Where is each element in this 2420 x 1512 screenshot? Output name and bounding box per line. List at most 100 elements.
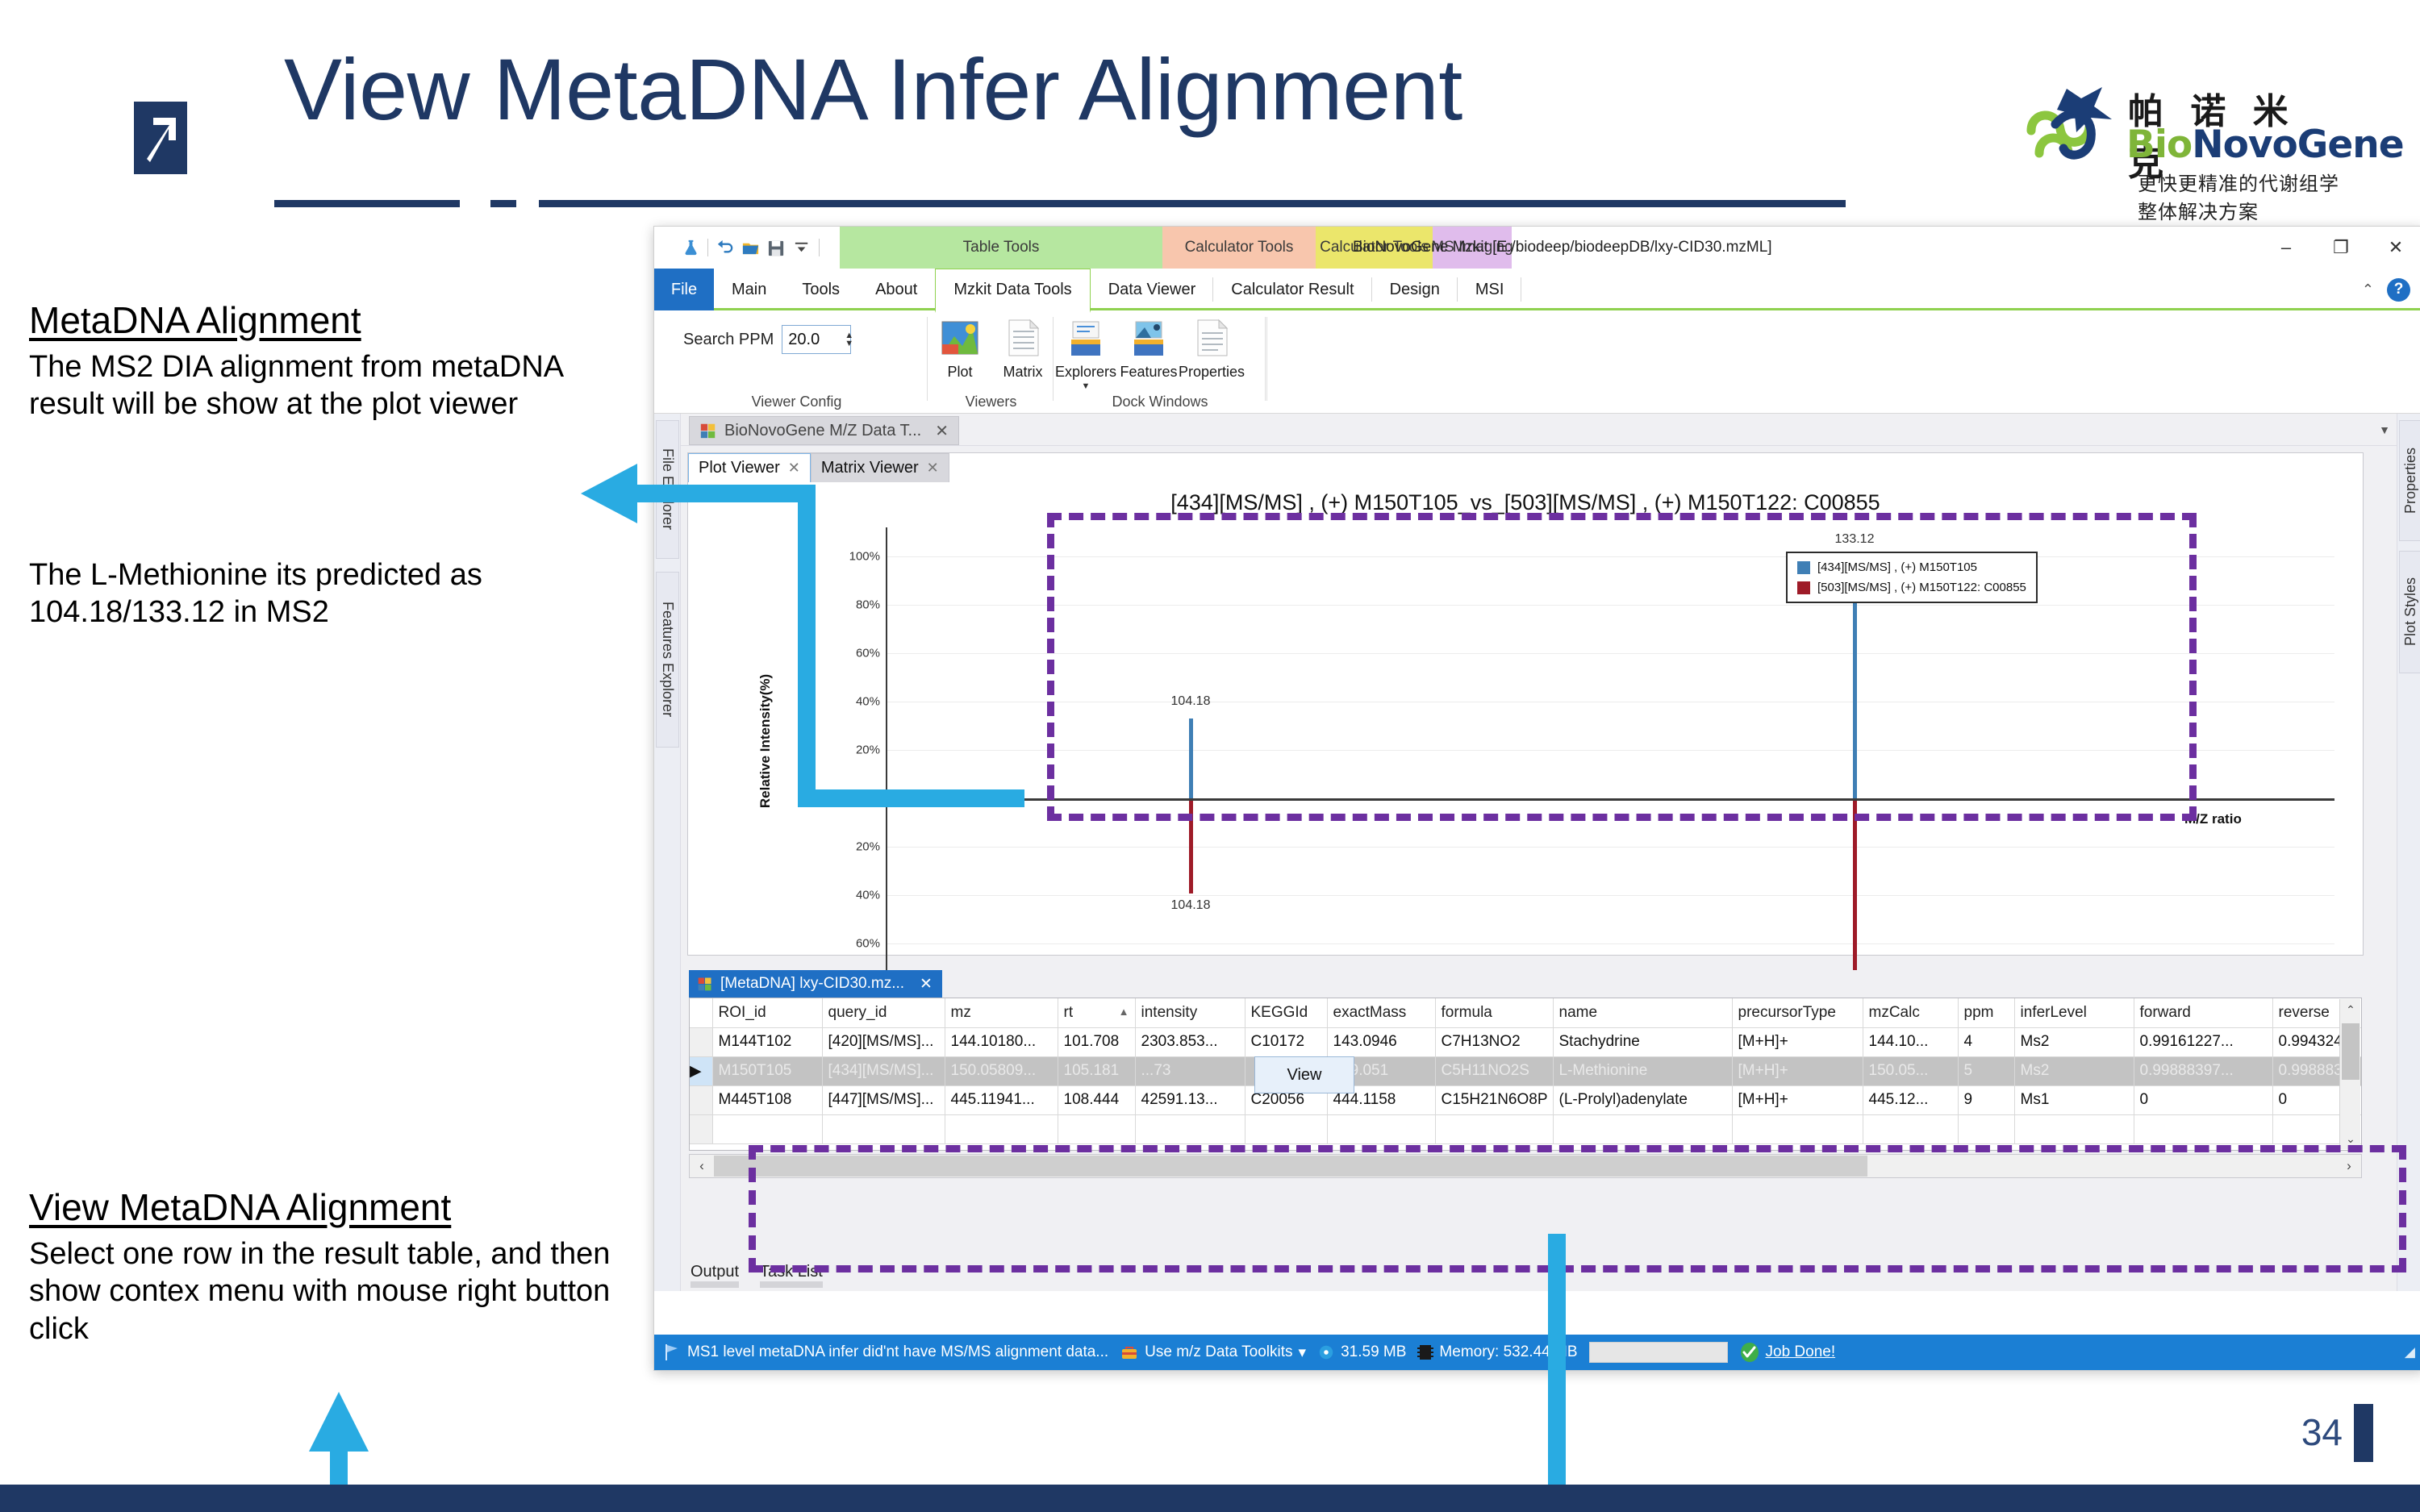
quick-access-toolbar[interactable]: [682, 236, 820, 259]
tab-matrix-viewer[interactable]: Matrix Viewer ✕: [811, 453, 949, 482]
tab-tools[interactable]: Tools: [784, 269, 857, 310]
bottom-tab-underline: [691, 1281, 739, 1288]
row-selector[interactable]: [690, 1085, 712, 1114]
search-ppm-input[interactable]: 20.0: [782, 325, 851, 354]
window-controls[interactable]: – ❐ ✕: [2259, 227, 2420, 269]
collapse-ribbon-icon[interactable]: ⌃: [2362, 281, 2374, 298]
column-header-name[interactable]: name: [1553, 998, 1732, 1027]
column-header-mzcalc[interactable]: mzCalc: [1863, 998, 1958, 1027]
toolkits-caret-icon[interactable]: ▾: [1299, 1343, 1307, 1362]
rail-tab-file-explorer[interactable]: File Explorer: [656, 420, 679, 559]
tab-mzkit-data-tools[interactable]: Mzkit Data Tools: [935, 269, 1090, 313]
table-row[interactable]: M144T102 [420][MS/MS]... 144.10180... 10…: [690, 1027, 2362, 1056]
column-header-mz[interactable]: mz: [945, 998, 1058, 1027]
ribbon-help-row[interactable]: ⌃ ?: [2362, 269, 2410, 310]
result-tab-close-icon[interactable]: ✕: [920, 975, 933, 993]
result-tab-metadna[interactable]: [MetaDNA] lxy-CID30.mz... ✕: [689, 970, 942, 998]
bottom-dock-tabs[interactable]: Output Task List: [681, 1252, 823, 1291]
tab-plot-viewer-close-icon[interactable]: ✕: [788, 460, 800, 477]
flask-icon[interactable]: [682, 239, 700, 257]
column-header-query-id[interactable]: query_id: [822, 998, 945, 1027]
column-header-rt[interactable]: rt▲: [1058, 998, 1135, 1027]
maximize-button[interactable]: ❐: [2314, 227, 2368, 269]
search-ppm-stepper[interactable]: ▲ ▼: [845, 332, 853, 347]
row-selector[interactable]: [690, 1027, 712, 1056]
save-icon[interactable]: [767, 239, 786, 257]
hscroll-track[interactable]: [714, 1155, 2337, 1177]
job-group[interactable]: Job Done!: [1739, 1342, 1836, 1363]
help-icon[interactable]: ?: [2387, 278, 2410, 302]
table-row[interactable]: M445T108 [447][MS/MS]... 445.11941... 10…: [690, 1085, 2362, 1114]
column-header-exactmass[interactable]: exactMass: [1327, 998, 1435, 1027]
properties-button[interactable]: Properties: [1182, 319, 1241, 389]
tab-file[interactable]: File: [654, 269, 714, 310]
rail-tab-features-explorer[interactable]: Features Explorer: [656, 572, 679, 748]
toolkits-label[interactable]: Use m/z Data Toolkits: [1145, 1343, 1292, 1361]
rail-tab-label: Features Explorer: [659, 602, 676, 717]
tab-about[interactable]: About: [857, 269, 935, 310]
explorers-caret-icon[interactable]: ▼: [1082, 384, 1091, 389]
column-header-forward[interactable]: forward: [2134, 998, 2272, 1027]
scroll-left-icon[interactable]: ‹: [690, 1158, 714, 1174]
document-tab-mz-data-tools[interactable]: BioNovoGene M/Z Data T... ✕: [689, 416, 959, 445]
tab-data-viewer[interactable]: Data Viewer: [1091, 269, 1214, 310]
dock-buttons[interactable]: Explorers ▼ Features: [1056, 319, 1241, 389]
undo-icon[interactable]: [716, 239, 734, 257]
column-header-intensity[interactable]: intensity: [1135, 998, 1245, 1027]
close-button[interactable]: ✕: [2368, 227, 2420, 269]
minimize-button[interactable]: –: [2259, 227, 2314, 269]
column-header-ppm[interactable]: ppm: [1958, 998, 2014, 1027]
ribbon-tabs[interactable]: File Main Tools About Mzkit Data Tools D…: [654, 269, 1521, 310]
rail-tab-properties[interactable]: Properties: [2399, 420, 2420, 541]
rail-tab-plot-styles[interactable]: Plot Styles: [2399, 551, 2420, 673]
document-tab-close-icon[interactable]: ✕: [935, 421, 949, 441]
scroll-down-icon[interactable]: ⌄: [2340, 1128, 2361, 1149]
table-row[interactable]: [690, 1114, 2362, 1143]
job-status-link[interactable]: Job Done!: [1766, 1343, 1836, 1361]
page-number-bar: [2354, 1404, 2373, 1462]
column-header-inferlevel[interactable]: inferLevel: [2014, 998, 2134, 1027]
bottom-tab-task-list[interactable]: Task List: [760, 1263, 823, 1281]
features-button[interactable]: Features: [1119, 319, 1179, 389]
row-selector-new[interactable]: [690, 1114, 712, 1143]
result-data-grid[interactable]: ROI_id query_id mz rt▲ intensity KEGGId …: [689, 998, 2362, 1151]
tab-plot-viewer[interactable]: Plot Viewer ✕: [688, 453, 811, 482]
explorers-button[interactable]: Explorers ▼: [1056, 319, 1116, 389]
plot-button[interactable]: Plot: [930, 319, 990, 381]
scroll-up-icon[interactable]: ⌃: [2340, 999, 2361, 1020]
tab-calculator-result[interactable]: Calculator Result: [1213, 269, 1371, 310]
status-message-group: MS1 level metaDNA infer did'nt have MS/M…: [662, 1343, 1108, 1362]
annotation-view-metadna-alignment: View MetaDNA Alignment Select one row in…: [29, 1185, 642, 1347]
column-header-roi-id[interactable]: ROI_id: [712, 998, 822, 1027]
matrix-button[interactable]: Matrix: [993, 319, 1053, 381]
tab-msi[interactable]: MSI: [1458, 269, 1522, 310]
table-row-selected[interactable]: ▶ M150T105 [434][MS/MS]... 150.05809... …: [690, 1056, 2362, 1085]
cell-formula: C15H21N6O8P: [1435, 1085, 1553, 1114]
table-horizontal-scrollbar[interactable]: ‹ ›: [689, 1154, 2362, 1178]
row-selector-current[interactable]: ▶: [690, 1056, 712, 1085]
table-vertical-scrollbar[interactable]: ⌃ ⌄: [2339, 999, 2360, 1149]
stepper-down-icon[interactable]: ▼: [845, 340, 853, 347]
search-ppm-control[interactable]: Search PPM 20.0 ▲ ▼: [683, 325, 853, 354]
scroll-right-icon[interactable]: ›: [2337, 1158, 2361, 1174]
resize-grip-icon[interactable]: ◢: [2405, 1344, 2415, 1360]
vscroll-thumb[interactable]: [2342, 1023, 2360, 1080]
tab-strip-overflow-icon[interactable]: ▼: [2379, 423, 2390, 436]
tab-main[interactable]: Main: [714, 269, 784, 310]
column-header-keggid[interactable]: KEGGId: [1245, 998, 1327, 1027]
customize-qat-icon[interactable]: [793, 239, 812, 257]
column-header-precursortype[interactable]: precursorType: [1732, 998, 1863, 1027]
context-menu[interactable]: View: [1254, 1056, 1354, 1093]
viewers-buttons[interactable]: Plot Matrix: [930, 319, 1053, 381]
hscroll-thumb[interactable]: [714, 1156, 1867, 1177]
context-menu-item-view[interactable]: View: [1287, 1066, 1322, 1085]
bottom-tab-output[interactable]: Output: [691, 1263, 739, 1281]
stepper-up-icon[interactable]: ▲: [845, 332, 853, 339]
tab-design[interactable]: Design: [1372, 269, 1458, 310]
open-icon[interactable]: [741, 239, 760, 257]
tab-matrix-viewer-close-icon[interactable]: ✕: [927, 460, 939, 477]
column-header-formula[interactable]: formula: [1435, 998, 1553, 1027]
toolkits-group[interactable]: Use m/z Data Toolkits ▾: [1120, 1343, 1306, 1362]
cell-mz: 445.11941...: [945, 1085, 1058, 1114]
viewer-tab-strip[interactable]: Plot Viewer ✕ Matrix Viewer ✕: [688, 453, 949, 482]
